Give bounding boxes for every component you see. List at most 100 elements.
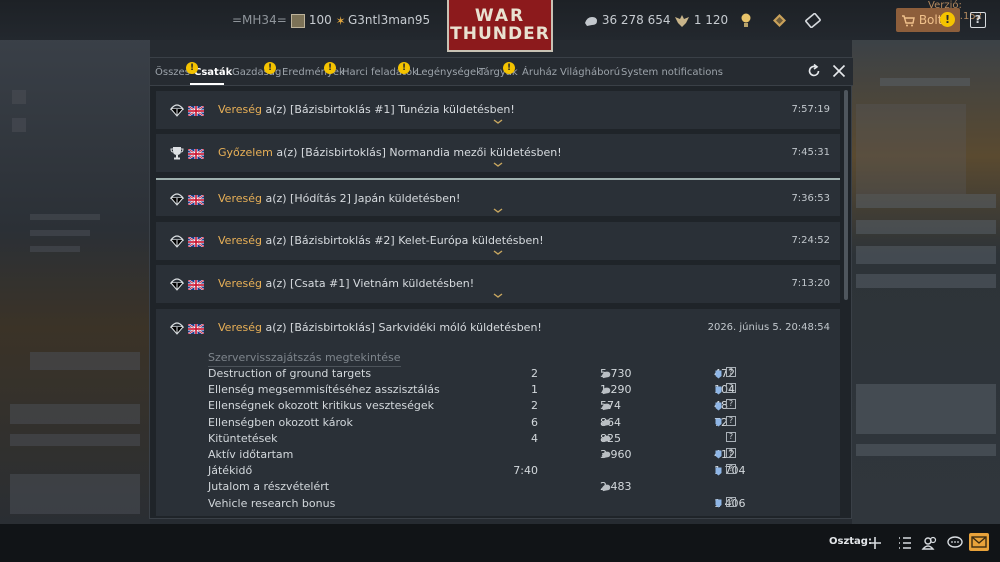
warning-icon: !	[324, 62, 336, 74]
battle-description: a(z) [Bázisbirtoklás #2] Kelet-Európa kü…	[261, 234, 544, 247]
notification-time: 2026. június 5. 20:48:54	[707, 322, 830, 333]
question-icon: ?	[726, 415, 736, 426]
notifications-window: Összes Csaták ! Gazdaság ! Eredmények ! …	[149, 57, 853, 519]
question-icon: ?	[726, 447, 736, 458]
stat-count: 2	[531, 399, 538, 413]
warning-icon: !	[264, 62, 276, 74]
battle-result: Vereség	[218, 321, 262, 334]
notification-time: 7:13:20	[791, 278, 830, 289]
golden-eagles-balance[interactable]: 1 120	[674, 12, 728, 28]
chevron-down-icon[interactable]	[493, 208, 503, 214]
bottom-bar: Osztag:	[0, 524, 1000, 562]
question-icon: ?	[726, 399, 736, 410]
tab-csatak-label: Csaták	[194, 67, 233, 78]
question-icon: ?	[726, 367, 736, 377]
trophy-icon	[170, 147, 184, 160]
list-item[interactable]: Vereség a(z) [Csata #1] Vietnám küldetés…	[156, 265, 840, 303]
notification-time: 7:45:31	[791, 147, 830, 158]
warning-icon: !	[940, 12, 955, 27]
notification-time: 7:24:52	[791, 235, 830, 246]
battle-result: Vereség	[218, 103, 262, 116]
coupon-icon[interactable]	[805, 12, 821, 28]
stat-count: 7:40	[513, 464, 538, 478]
parachute-icon	[170, 104, 184, 117]
tab-osszes[interactable]: Összes	[155, 67, 190, 78]
notification-time: 7:57:19	[791, 104, 830, 115]
research-points-icon	[714, 399, 722, 412]
contacts-icon[interactable]	[921, 534, 939, 552]
silver-lion-icon	[600, 480, 611, 493]
refresh-button[interactable]	[806, 63, 822, 80]
chevron-down-icon[interactable]	[493, 162, 503, 168]
squad-tag: =MH34=	[232, 13, 287, 27]
scrollbar[interactable]	[844, 90, 848, 300]
silver-lion-icon	[600, 367, 611, 380]
stat-row: Kitüntetések 4 825?	[208, 431, 828, 448]
tab-targyak[interactable]: Tárgyak !	[479, 62, 518, 78]
tab-system-notifications[interactable]: System notifications	[621, 67, 723, 78]
stat-row: Aktív időtartam 3 960 412?	[208, 447, 828, 464]
stat-count: 2	[531, 367, 538, 380]
envelope-icon	[971, 536, 987, 548]
list-item[interactable]: Vereség a(z) [Bázisbirtoklás #2] Kelet-E…	[156, 222, 840, 260]
tab-legenysegek[interactable]: Legénységek	[416, 67, 482, 78]
stat-row: Destruction of ground targets 2 5 730 472?	[208, 367, 828, 383]
research-points-icon	[714, 383, 722, 396]
parachute-icon	[170, 322, 184, 335]
background-right-panel	[852, 34, 1000, 524]
list-icon[interactable]	[896, 534, 914, 552]
silver-lion-icon	[600, 448, 611, 461]
stat-row: Ellenség megsemmisítéséhez asszisztálás 1…	[208, 383, 828, 399]
player-profile[interactable]: 100 ✶	[291, 12, 346, 28]
shop-button[interactable]: Bolt !	[896, 8, 960, 32]
uk-flag-icon	[188, 237, 204, 247]
chat-icon[interactable]	[946, 534, 964, 552]
silver-lion-icon	[600, 383, 611, 396]
stat-name: Ellenségnek okozott kritikus veszteségek	[208, 399, 434, 413]
silver-lions-amount: 36 278 654	[601, 13, 671, 27]
tab-csatak[interactable]: Csaták !	[186, 62, 233, 78]
mail-button[interactable]	[969, 533, 989, 551]
shop-label: Bolt	[918, 13, 943, 27]
list-item[interactable]: Vereség a(z) [Hódítás 2] Japán küldetésb…	[156, 178, 840, 216]
battle-description: a(z) [Hódítás 2] Japán küldetésben!	[261, 192, 461, 205]
expanded-battle-detail[interactable]: Vereség a(z) [Bázisbirtoklás] Sarkvidéki…	[156, 309, 840, 516]
avatar	[291, 13, 305, 28]
stat-row: Játékidő 7:40 1 704?	[208, 464, 828, 480]
tab-aruhaz[interactable]: Áruház	[522, 67, 557, 78]
battle-result: Vereség	[218, 234, 262, 247]
reward-stats-table: Destruction of ground targets 2 5 730 472? E…	[208, 367, 828, 513]
golden-eagle-icon	[675, 14, 689, 27]
username[interactable]: G3ntl3man95	[348, 12, 430, 28]
help-button[interactable]: ?	[970, 12, 986, 28]
tab-vilaghaboru[interactable]: Világháború	[560, 67, 620, 78]
list-item[interactable]: Vereség a(z) [Bázisbirtoklás #1] Tunézia…	[156, 91, 840, 129]
close-button[interactable]	[831, 64, 847, 80]
stat-row: Ellenségnek okozott kritikus veszteségek…	[208, 399, 828, 415]
stat-row: Jutalom a részvételért 2 483	[208, 480, 828, 496]
stat-name: Ellenség megsemmisítéséhez asszisztálás	[208, 383, 440, 397]
stat-name: Aktív időtartam	[208, 447, 294, 461]
chevron-down-icon[interactable]	[493, 293, 503, 299]
crate-icon[interactable]	[772, 12, 787, 28]
silver-lions-balance[interactable]: 36 278 654	[584, 12, 671, 28]
stat-count: 1	[531, 383, 538, 397]
plus-icon[interactable]	[866, 534, 884, 552]
list-item[interactable]: Győzelem a(z) [Bázisbirtoklás] Normandia…	[156, 134, 840, 172]
tab-gazdasag[interactable]: Gazdaság !	[232, 62, 281, 78]
notification-time: 7:36:53	[791, 193, 830, 204]
player-level: 100	[308, 13, 332, 27]
chevron-down-icon[interactable]	[493, 250, 503, 256]
war-thunder-logo[interactable]: WAR THUNDER	[447, 0, 553, 52]
chevron-down-icon[interactable]	[493, 119, 503, 125]
logo-text-line1: WAR	[474, 6, 526, 26]
tab-harci-feladatok[interactable]: Harci feladatok !	[342, 62, 418, 78]
active-tab-indicator	[190, 83, 224, 85]
tab-eredmenyek[interactable]: Eredmények !	[282, 62, 345, 78]
warning-icon: !	[503, 62, 515, 74]
research-points-icon	[714, 448, 722, 461]
server-replay-link[interactable]: Szervervisszajátszás megtekintése	[208, 351, 401, 367]
battle-result: Győzelem	[218, 146, 273, 159]
stat-name: Jutalom a részvételért	[208, 480, 330, 494]
lightbulb-icon[interactable]	[740, 12, 752, 28]
